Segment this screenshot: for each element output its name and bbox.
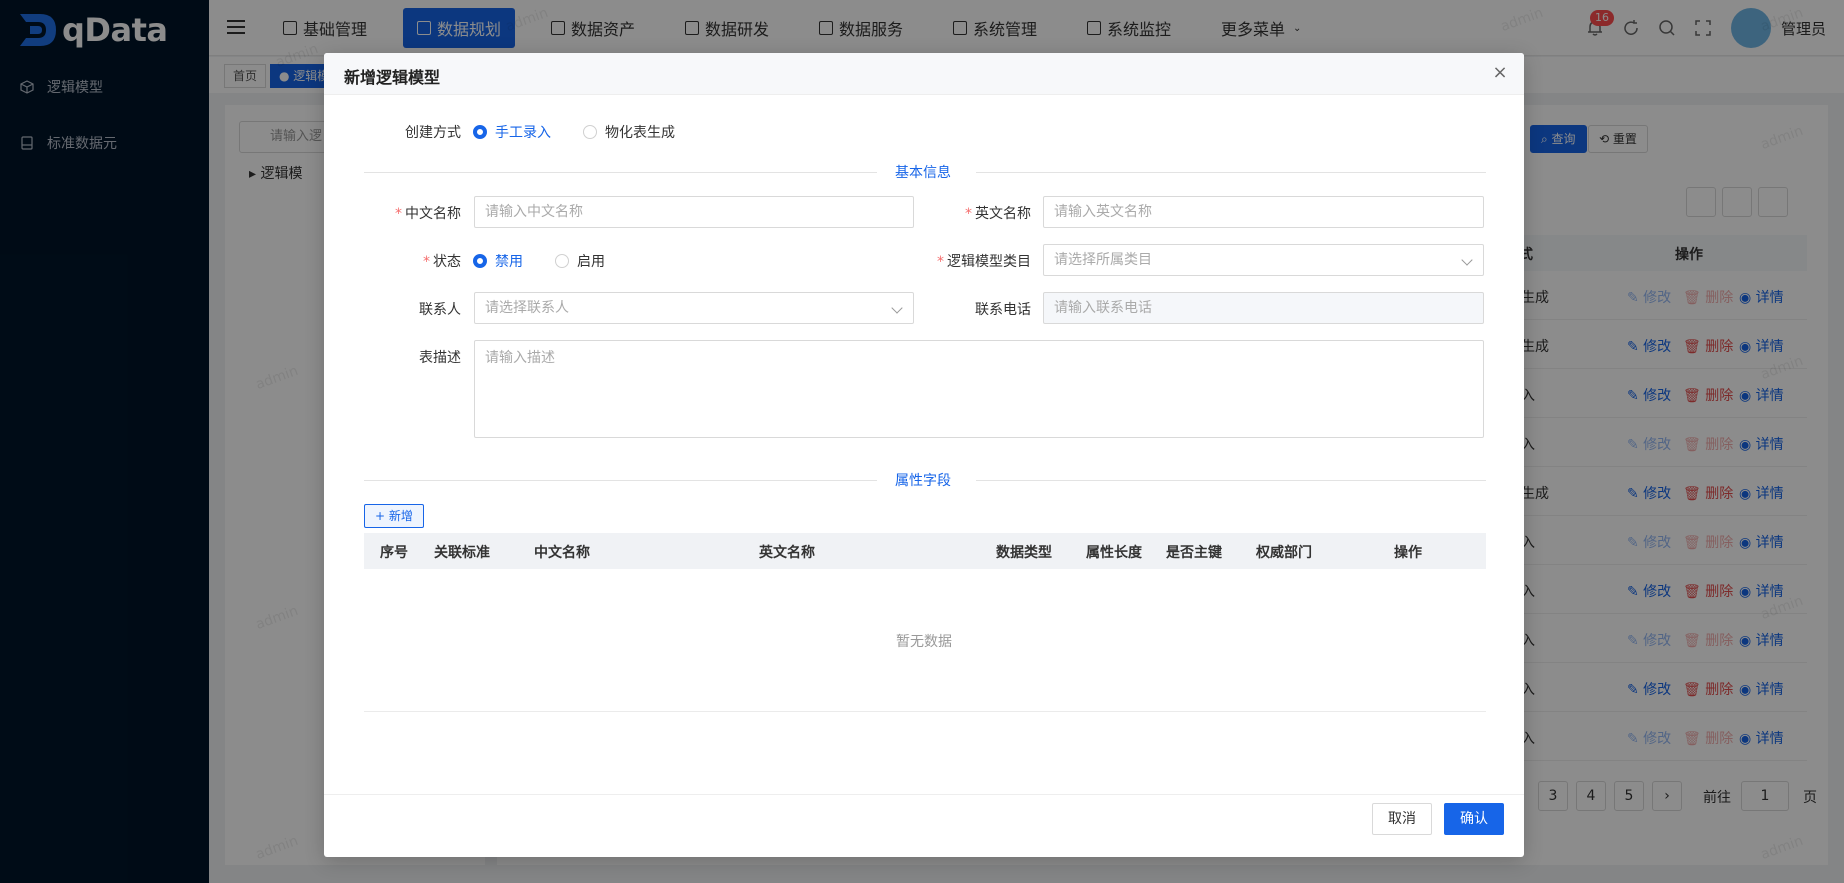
radio-label: 启用	[577, 254, 605, 270]
radio-label: 物化表生成	[605, 125, 675, 141]
status-label: * 状态	[423, 254, 461, 270]
dialog-footer: 取消 确认	[324, 794, 1524, 857]
contact-label: 联系人	[419, 302, 461, 318]
label-text: 英文名称	[975, 206, 1031, 222]
cn-name-label: * 中文名称	[395, 206, 461, 222]
contact-select[interactable]: 请选择联系人	[474, 292, 914, 324]
section-title: 属性字段	[895, 473, 951, 489]
add-field-button[interactable]: + 新增	[364, 504, 424, 528]
col-related-standard: 关联标准	[434, 545, 490, 561]
radio-dot	[583, 125, 597, 139]
col-en-name: 英文名称	[759, 545, 815, 561]
radio-materialized-table[interactable]: 物化表生成	[583, 122, 675, 142]
placeholder: 请选择所属类目	[1054, 252, 1152, 268]
placeholder: 请选择联系人	[485, 300, 569, 316]
table-bottom-border	[364, 711, 1486, 712]
cn-name-input[interactable]: 请输入中文名称	[474, 196, 914, 228]
chevron-down-icon	[891, 302, 903, 314]
desc-textarea[interactable]: 请输入描述	[474, 340, 1484, 438]
phone-input[interactable]: 请输入联系电话	[1043, 292, 1484, 324]
placeholder: 请输入描述	[485, 350, 555, 366]
category-select[interactable]: 请选择所属类目	[1043, 244, 1484, 276]
col-primary-key: 是否主键	[1166, 545, 1222, 561]
section-title: 基本信息	[895, 165, 951, 181]
radio-label: 禁用	[495, 254, 523, 270]
col-data-type: 数据类型	[996, 545, 1052, 561]
placeholder: 请输入中文名称	[485, 204, 583, 220]
radio-dot	[473, 254, 487, 268]
dialog-title: 新增逻辑模型	[344, 68, 441, 87]
label-text: 中文名称	[405, 206, 461, 222]
placeholder: 请输入英文名称	[1054, 204, 1152, 220]
en-name-input[interactable]: 请输入英文名称	[1043, 196, 1484, 228]
radio-status-disabled[interactable]: 禁用	[473, 251, 523, 271]
confirm-button[interactable]: 确认	[1444, 803, 1504, 835]
section-attribute-fields: 属性字段	[364, 470, 1486, 490]
col-length: 属性长度	[1086, 545, 1142, 561]
create-mode-label: 创建方式	[405, 125, 461, 141]
col-authority-dept: 权威部门	[1256, 545, 1312, 561]
category-label: * 逻辑模型类目	[937, 254, 1031, 270]
radio-dot	[555, 254, 569, 268]
radio-dot	[473, 125, 487, 139]
close-icon[interactable]: ×	[1492, 64, 1508, 82]
radio-status-enabled[interactable]: 启用	[555, 251, 605, 271]
phone-label: 联系电话	[975, 302, 1031, 318]
col-index: 序号	[380, 545, 408, 561]
label-text: 逻辑模型类目	[947, 254, 1031, 270]
add-logical-model-dialog: 新增逻辑模型 × 创建方式 手工录入 物化表生成 基本信息 * 中文名称 请输入中…	[324, 53, 1524, 857]
desc-label: 表描述	[419, 350, 461, 366]
col-cn-name: 中文名称	[534, 545, 590, 561]
en-name-label: * 英文名称	[965, 206, 1031, 222]
fields-table-header: 序号 关联标准 中文名称 英文名称 数据类型 属性长度 是否主键 权威部门 操作	[364, 533, 1486, 569]
placeholder: 请输入联系电话	[1054, 300, 1152, 316]
radio-manual-entry[interactable]: 手工录入	[473, 122, 551, 142]
chevron-down-icon	[1461, 254, 1473, 266]
label-text: 状态	[433, 254, 461, 270]
col-actions: 操作	[1394, 545, 1422, 561]
dialog-header: 新增逻辑模型 ×	[324, 53, 1524, 95]
section-basic-info: 基本信息	[364, 162, 1486, 182]
radio-label: 手工录入	[495, 125, 551, 141]
cancel-button[interactable]: 取消	[1372, 803, 1432, 835]
empty-placeholder: 暂无数据	[896, 634, 952, 650]
